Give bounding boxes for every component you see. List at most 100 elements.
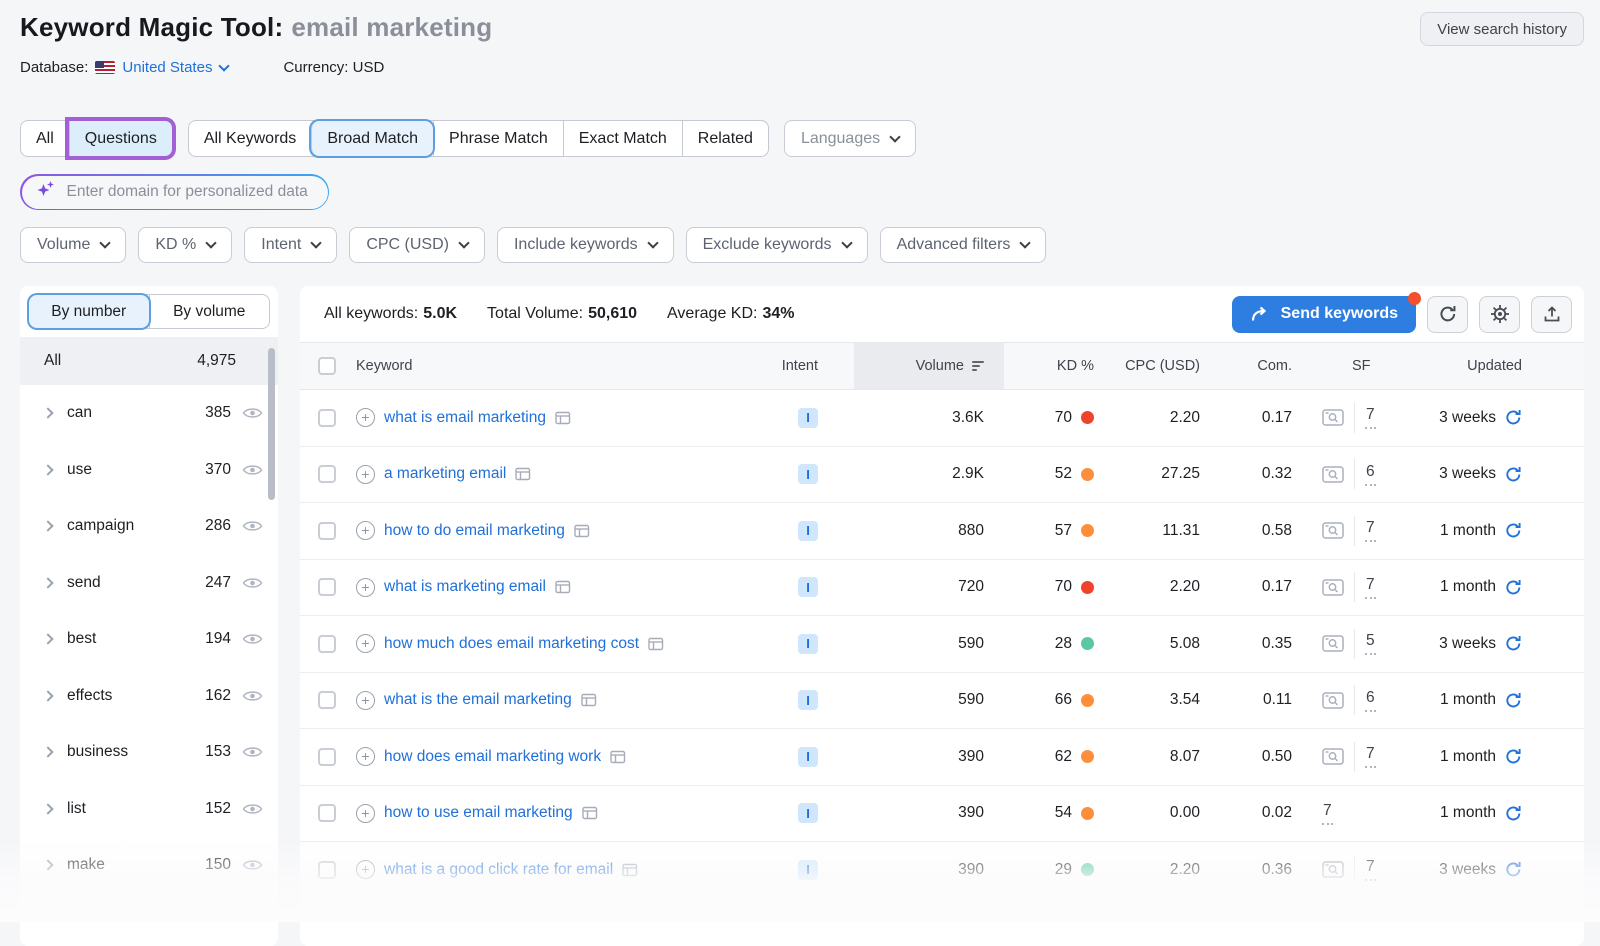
database-selector[interactable]: United States [122,59,228,76]
expand-chevron-icon[interactable] [42,464,53,475]
toggle-by-volume[interactable]: By volume [149,295,270,328]
filter-volume[interactable]: Volume [20,227,126,263]
col-header-volume[interactable]: Volume [854,343,1004,389]
serp-snapshot-icon[interactable] [1322,522,1344,539]
row-checkbox[interactable] [318,691,336,709]
sf-count[interactable]: 6 [1365,463,1376,486]
col-header-intent[interactable]: Intent [764,343,854,389]
add-keyword-icon[interactable]: + [356,408,375,427]
add-keyword-icon[interactable]: + [356,521,375,540]
serp-snapshot-icon[interactable] [1322,635,1344,652]
intent-badge[interactable]: I [798,690,818,710]
tab-questions[interactable]: Questions [69,121,172,156]
row-checkbox[interactable] [318,522,336,540]
view-search-history-button[interactable]: View search history [1420,12,1584,46]
keyword-group-item[interactable]: effects 162 [20,668,278,725]
row-checkbox[interactable] [318,465,336,483]
expand-chevron-icon[interactable] [42,860,53,871]
keyword-link[interactable]: what is email marketing [384,409,546,427]
filter-exclude-keywords[interactable]: Exclude keywords [686,227,868,263]
refresh-icon[interactable] [1505,861,1522,878]
eye-icon[interactable] [242,689,263,703]
intent-badge[interactable]: I [798,860,818,880]
expand-chevron-icon[interactable] [42,521,53,532]
domain-input[interactable]: Enter domain for personalized data [20,174,329,210]
refresh-icon[interactable] [1505,466,1522,483]
filter-include-keywords[interactable]: Include keywords [497,227,674,263]
col-header-kd[interactable]: KD % [1004,343,1104,389]
refresh-icon[interactable] [1505,805,1522,822]
keyword-group-item[interactable]: send 247 [20,555,278,612]
intent-badge[interactable]: I [798,577,818,597]
eye-icon[interactable] [242,632,263,646]
keyword-link[interactable]: how much does email marketing cost [384,635,639,653]
tab-exact-match[interactable]: Exact Match [563,121,682,156]
add-keyword-icon[interactable]: + [356,747,375,766]
refresh-icon[interactable] [1505,748,1522,765]
row-checkbox[interactable] [318,635,336,653]
col-header-updated[interactable]: Updated [1414,343,1584,389]
keyword-group-item[interactable]: make 150 [20,837,278,894]
intent-badge[interactable]: I [798,464,818,484]
sf-count[interactable]: 7 [1322,802,1333,825]
add-keyword-icon[interactable]: + [356,691,375,710]
col-header-com[interactable]: Com. [1224,343,1304,389]
select-all-checkbox[interactable] [318,357,336,375]
refresh-button[interactable] [1427,296,1468,333]
eye-icon[interactable] [242,519,263,533]
intent-badge[interactable]: I [798,521,818,541]
keyword-link[interactable]: how to do email marketing [384,522,565,540]
tab-broad-match[interactable]: Broad Match [311,121,433,156]
serp-snapshot-icon[interactable] [1322,579,1344,596]
serp-snapshot-icon[interactable] [1322,409,1344,426]
tab-phrase-match[interactable]: Phrase Match [433,121,563,156]
intent-badge[interactable]: I [798,803,818,823]
keyword-group-item[interactable]: list 152 [20,781,278,838]
sf-count[interactable]: 7 [1365,858,1376,881]
expand-chevron-icon[interactable] [42,803,53,814]
refresh-icon[interactable] [1505,579,1522,596]
sf-count[interactable]: 5 [1365,632,1376,655]
serp-snapshot-icon[interactable] [1322,748,1344,765]
filter-kd[interactable]: KD % [138,227,232,263]
keyword-link[interactable]: what is marketing email [384,578,546,596]
row-checkbox[interactable] [318,748,336,766]
keyword-link[interactable]: what is the email marketing [384,691,572,709]
keyword-group-item[interactable]: campaign 286 [20,498,278,555]
eye-icon[interactable] [242,576,263,590]
serp-snapshot-icon[interactable] [1322,692,1344,709]
filter-cpc[interactable]: CPC (USD) [349,227,485,263]
col-header-cpc[interactable]: CPC (USD) [1104,343,1224,389]
row-checkbox[interactable] [318,578,336,596]
add-keyword-icon[interactable]: + [356,804,375,823]
expand-chevron-icon[interactable] [42,690,53,701]
col-header-keyword[interactable]: Keyword [356,343,764,389]
refresh-icon[interactable] [1505,522,1522,539]
eye-icon[interactable] [242,858,263,872]
keyword-link[interactable]: a marketing email [384,465,506,483]
refresh-icon[interactable] [1505,635,1522,652]
sf-count[interactable]: 7 [1365,519,1376,542]
expand-chevron-icon[interactable] [42,577,53,588]
add-keyword-icon[interactable]: + [356,578,375,597]
sidebar-scrollbar[interactable] [268,348,275,500]
toggle-by-number[interactable]: By number [29,295,149,328]
sf-count[interactable]: 7 [1365,745,1376,768]
keyword-group-item[interactable]: business 153 [20,724,278,781]
add-keyword-icon[interactable]: + [356,634,375,653]
export-button[interactable] [1531,296,1572,333]
expand-chevron-icon[interactable] [42,634,53,645]
tab-related[interactable]: Related [682,121,768,156]
row-checkbox[interactable] [318,409,336,427]
send-keywords-button[interactable]: Send keywords [1232,296,1416,333]
eye-icon[interactable] [242,745,263,759]
filter-advanced[interactable]: Advanced filters [880,227,1047,263]
serp-snapshot-icon[interactable] [1322,466,1344,483]
languages-dropdown[interactable]: Languages [784,120,916,157]
keyword-link[interactable]: what is a good click rate for email [384,861,613,879]
tab-all-keywords[interactable]: All Keywords [189,121,311,156]
row-checkbox[interactable] [318,804,336,822]
add-keyword-icon[interactable]: + [356,860,375,879]
intent-badge[interactable]: I [798,747,818,767]
keyword-link[interactable]: how does email marketing work [384,748,601,766]
